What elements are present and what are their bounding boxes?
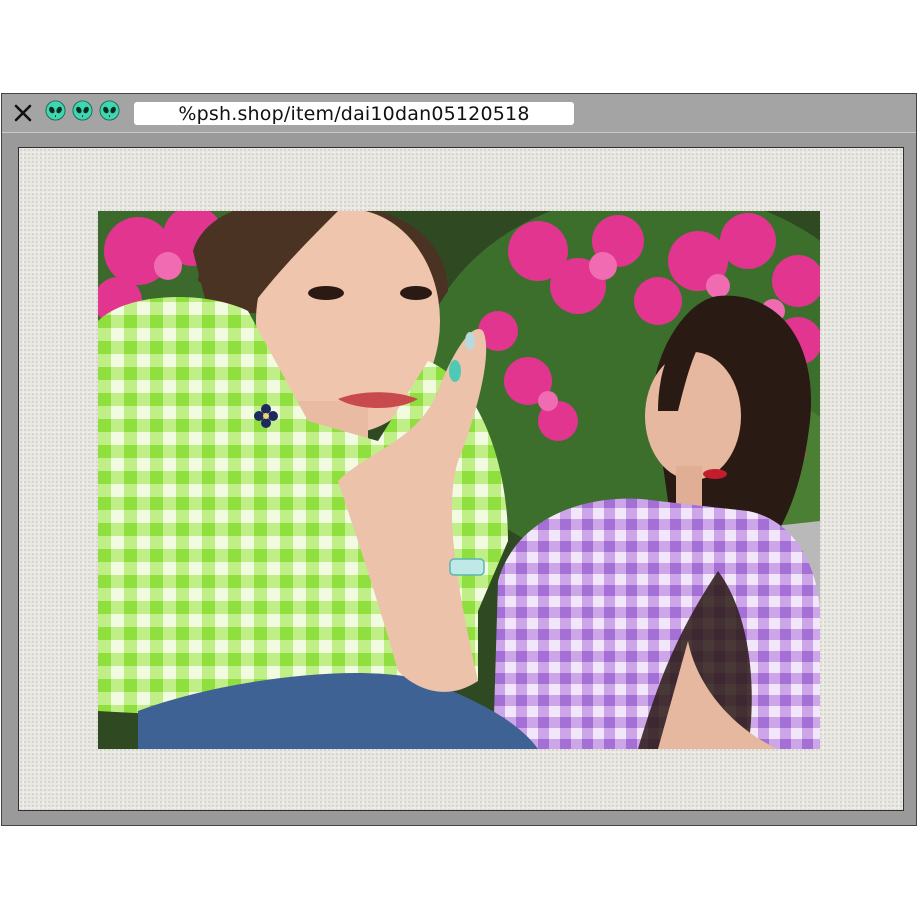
close-icon[interactable] <box>12 102 34 124</box>
toolbar-divider <box>2 132 916 133</box>
alien-icon[interactable] <box>45 100 66 121</box>
product-photo <box>98 211 820 749</box>
alien-icon[interactable] <box>99 100 120 121</box>
url-bar[interactable]: %psh.shop/item/dai10dan05120518 <box>134 102 574 125</box>
photo-illustration <box>98 211 820 749</box>
window-toolbar: %psh.shop/item/dai10dan05120518 <box>2 94 916 133</box>
alien-icon[interactable] <box>72 100 93 121</box>
url-text: %psh.shop/item/dai10dan05120518 <box>178 102 530 125</box>
